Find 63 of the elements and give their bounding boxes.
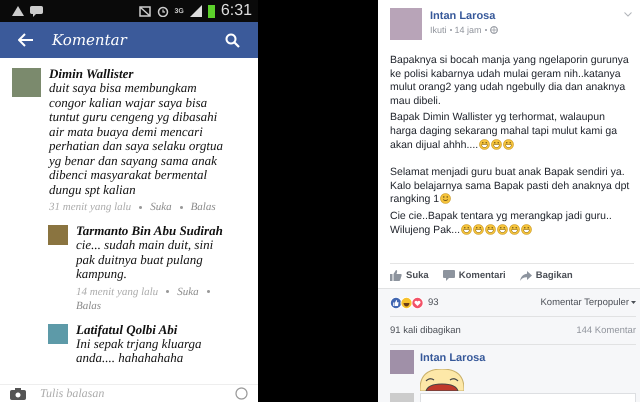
chat-icon [30, 6, 43, 16]
post-paragraph: Bapak Dimin Wallister yg terhormat, walaupun harga daging sekarang mahal tapi mulut kami ga akan dijual ahhh.... [390, 111, 618, 153]
separator-dot-icon [139, 206, 142, 208]
like-link[interactable]: Suka [177, 284, 199, 298]
separator-dot-icon [206, 290, 210, 293]
comment-text: duit saya bisa membungkam congor kalian wajar saya bisa tuntut guru cengeng yg dibasahi air mata buaya demi mencari perhatian dan saya selaku orgtua yg benar dan sayang sama anak dibenci masyarakat bermental dungu spt kalian [49, 81, 224, 197]
avatar-photo-placeholder[interactable] [390, 350, 414, 374]
grinning-face-icon [479, 138, 490, 150]
back-arrow-icon[interactable] [18, 33, 34, 47]
camera-icon[interactable] [10, 388, 26, 400]
comment-time: 14 menit yang lalu [76, 284, 158, 298]
warning-icon [12, 6, 24, 16]
alarm-icon [156, 5, 169, 17]
commenter-name[interactable]: Tarmanto Bin Abu Sudirah [76, 223, 228, 238]
comment-text: cie... sudah main duit, sini pak duitnya buat pulang kampung. [76, 238, 214, 282]
post-paragraph: Cie cie..Bapak tentara yg merangkap jadi guru.. Wilujeng Pak... [390, 210, 613, 238]
caret-icon [631, 301, 636, 304]
search-icon[interactable] [225, 32, 240, 48]
comment-text: Ini sepak trjang kluarga anda.... hahahahaha [76, 336, 203, 366]
grinning-face-icon [485, 224, 496, 235]
reaction-count[interactable]: 93 [428, 297, 439, 308]
speech-bubble-icon [442, 270, 455, 282]
commenter-name[interactable]: Latifatul Qolbi Abi [76, 322, 228, 336]
reply-link[interactable]: Balas [76, 298, 102, 312]
laughing-face-sticker-drawing [420, 369, 464, 392]
author-name[interactable]: Intan Larosa [430, 9, 498, 23]
share-arrow-icon [520, 270, 532, 281]
separator-dot-icon [180, 206, 183, 208]
like-button[interactable]: Suka [390, 270, 429, 282]
share-button[interactable]: Bagikan [520, 270, 573, 282]
grinning-face-icon [473, 224, 484, 235]
post-paragraph: Selamat menjadi guru buat anak Bapak sendiri ya. Kalo belajarnya sama Bapak pasti deh anaknya dpt rangking 1 [390, 166, 630, 207]
avatar-photo-placeholder[interactable] [48, 324, 68, 344]
smiling-face-icon [440, 193, 452, 204]
comment-time: 31 menit yang lalu [49, 200, 132, 214]
comment-sort-dropdown[interactable]: Komentar Terpopuler [540, 297, 636, 308]
share-count-link[interactable]: 91 kali dibagikan [390, 325, 461, 336]
separator-dot-icon [166, 290, 170, 293]
grinning-face-icon [491, 138, 502, 150]
signal-icon [190, 5, 202, 17]
mute-icon [138, 6, 151, 16]
globe-icon [490, 26, 498, 34]
commenter-name[interactable]: Dimin Wallister [49, 66, 231, 81]
reply-link[interactable]: Balas [190, 200, 216, 214]
grinning-face-icon [461, 224, 472, 235]
grinning-face-icon [503, 138, 514, 150]
like-link[interactable]: Suka [150, 200, 172, 214]
reaction-icons[interactable] [390, 296, 424, 309]
clock-time: 6:31 [220, 2, 252, 20]
grinning-face-icon [521, 224, 532, 235]
thumbs-up-icon [390, 270, 402, 282]
separator-dot-icon [450, 29, 452, 31]
grinning-face-icon [509, 224, 520, 235]
emoji-icon[interactable] [235, 387, 248, 400]
commenter-name[interactable]: Intan Larosa [420, 351, 486, 366]
reply-input-field[interactable]: Tulis balasan [40, 386, 221, 400]
separator-dot-icon [484, 29, 487, 31]
comment-button[interactable]: Komentari [442, 270, 506, 282]
battery-icon [208, 4, 215, 18]
chevron-down-icon[interactable] [624, 12, 632, 17]
header-title: Komentar [52, 31, 128, 49]
grinning-face-icon [497, 224, 508, 235]
post-paragraph: Bapaknya si bocah manja yang ngelaporin gurunya ke polisi kabarnya udah mulai geram nih..katanya mulut orang2 yang udah ngebully dia dan anaknya mau dibeli. [390, 54, 630, 108]
